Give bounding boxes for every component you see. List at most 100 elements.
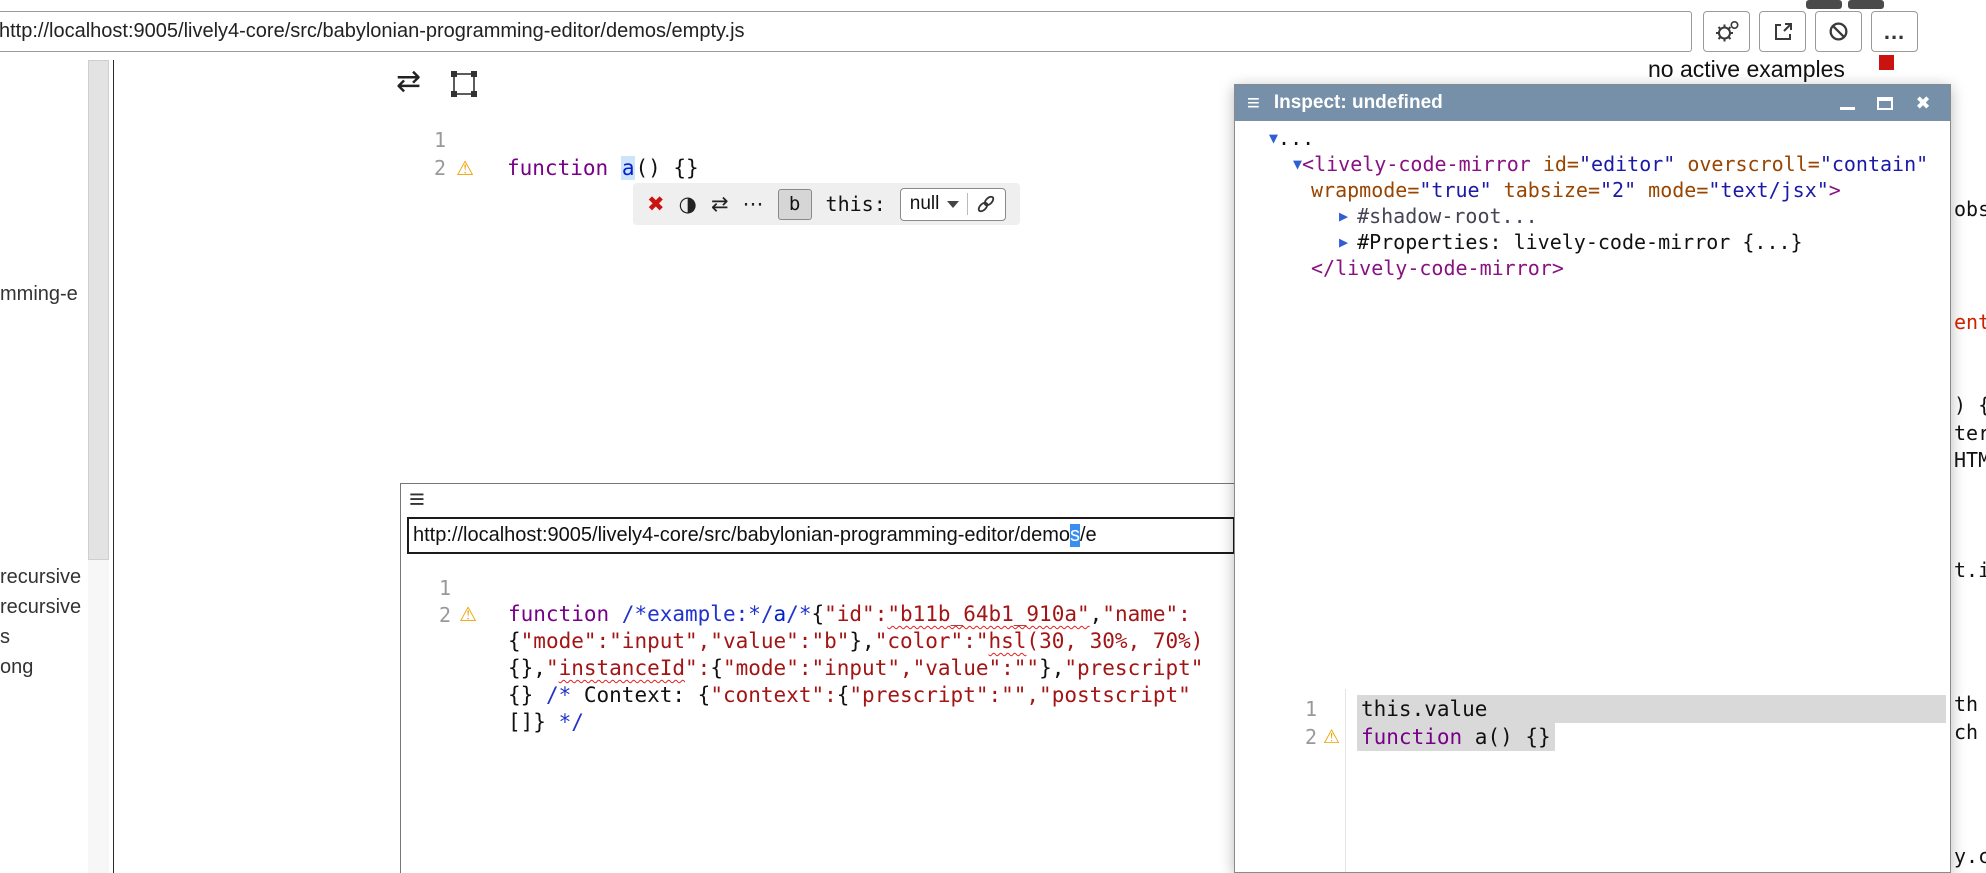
gears-icon <box>1713 18 1741 46</box>
code-segment: function <box>1361 725 1462 749</box>
babylonian-editor-pane: ≡ http://localhost:9005/lively4-core/src… <box>400 483 1236 873</box>
code-segment: /* <box>546 683 584 707</box>
expander-icon: ▼ <box>1269 129 1278 147</box>
line-number: 1 <box>425 574 451 602</box>
code-segment: "2" <box>1600 178 1636 202</box>
code-segment: "true" <box>1419 178 1491 202</box>
url-text-suffix: /e <box>1080 524 1097 547</box>
code-segment: "text/jsx" <box>1708 178 1828 202</box>
panel-divider <box>113 60 114 873</box>
code-segment: , <box>1090 602 1103 626</box>
minimize-button[interactable] <box>1832 90 1862 116</box>
tree-row[interactable]: wrapmode="true" tabsize="2" mode="text/j… <box>1235 177 1950 203</box>
clipped-text-fragment: ter <box>1954 421 1986 445</box>
code-segment: instanceId <box>559 656 685 680</box>
toggle-example-icon[interactable]: ◑ <box>679 192 697 216</box>
inspector-titlebar[interactable]: ≡ Inspect: undefined ✖ <box>1235 85 1950 121</box>
expander-icon: ▶ <box>1339 233 1357 251</box>
tree-row[interactable]: ▶ #Properties: lively-code-mirror {...} <box>1235 229 1950 255</box>
clipped-text-fragment: recursive <box>0 596 81 619</box>
more-button[interactable]: ... <box>1871 11 1918 52</box>
code-segment: function <box>508 602 622 626</box>
code-line[interactable]: {} /* Context: {"context":{"prescript":"… <box>508 682 1191 709</box>
code-segment: ": <box>685 656 710 680</box>
clipped-text-fragment: recursive <box>0 566 81 589</box>
clipped-text-fragment: t.i <box>1954 558 1986 582</box>
menu-icon[interactable]: ≡ <box>409 484 425 515</box>
code-segment: "mode":"input","value":"" <box>723 656 1039 680</box>
settings-button[interactable] <box>1703 11 1750 52</box>
code-segment: a() {} <box>1462 725 1551 749</box>
tree-row[interactable]: ▶ #shadow-root... <box>1235 203 1950 229</box>
more-dots-icon[interactable]: ⋯ <box>743 192 764 216</box>
window-title: Inspect: undefined <box>1274 92 1824 114</box>
code-line[interactable]: function /*example:*/a/*{"id":"b11b_64b1… <box>508 601 1191 628</box>
code-line[interactable]: {"mode":"input","value":"b"},"color":"hs… <box>508 628 1203 655</box>
code-segment: this.value <box>1361 697 1487 721</box>
code-segment: "prescript" <box>1064 656 1203 680</box>
scrollbar-track[interactable] <box>88 60 109 873</box>
code-segment: a <box>621 156 636 180</box>
external-link-icon <box>1772 21 1794 43</box>
tree-row[interactable]: ▼... <box>1235 125 1950 151</box>
code-segment: "mode":"input","value":"b" <box>521 629 850 653</box>
this-value-dropdown[interactable]: null <box>900 188 1007 221</box>
code-segment: {} <box>508 683 546 707</box>
clipped-text-fragment: ) { <box>1954 393 1986 417</box>
bounding-box-icon <box>446 66 482 102</box>
code-segment: id= <box>1531 152 1579 176</box>
block-button[interactable] <box>1815 11 1862 52</box>
link-icon[interactable] <box>976 194 996 214</box>
scrollbar-thumb[interactable] <box>88 60 109 560</box>
divider <box>967 193 968 215</box>
clipped-text-fragment: ch <box>1954 720 1978 744</box>
swap-arrows-icon[interactable]: ⇄ <box>396 64 421 99</box>
warning-icon: ⚠ <box>456 154 474 182</box>
code-segment: "b11b_64b1_910a" <box>887 602 1089 626</box>
clipped-text-fragment: y.c <box>1954 844 1986 868</box>
clipped-text-fragment: ong <box>0 656 33 679</box>
menu-icon[interactable]: ≡ <box>1247 90 1260 116</box>
line-number: 2 <box>1287 723 1317 751</box>
code-line[interactable]: function a() {} <box>1357 723 1555 751</box>
swap-arrows-icon[interactable]: ⇄ <box>711 192 729 216</box>
code-segment: <lively-code-mirror <box>1302 152 1531 176</box>
bounding-box-button[interactable] <box>446 66 482 107</box>
delete-example-icon[interactable]: ✖ <box>647 192 665 216</box>
code-segment: []} <box>508 710 559 734</box>
inspector-window: ≡ Inspect: undefined ✖ ▼... ▼<lively-cod… <box>1234 84 1951 873</box>
code-line[interactable]: function a() {} <box>507 154 699 182</box>
code-line[interactable]: []} */ <box>508 709 584 736</box>
example-name-button[interactable]: b <box>778 189 812 220</box>
clipped-text-fragment: mming-e <box>0 283 78 306</box>
open-external-button[interactable] <box>1759 11 1806 52</box>
code-segment: "contain" <box>1820 152 1928 176</box>
example-widget: ✖ ◑ ⇄ ⋯ b this: null <box>633 183 1020 225</box>
warning-icon: ⚠ <box>1323 723 1340 751</box>
code-segment: { <box>508 629 521 653</box>
warning-icon: ⚠ <box>459 600 477 628</box>
code-segment: (30, 30%, 70%) <box>1026 629 1203 653</box>
code-segment: > <box>1829 178 1841 202</box>
tree-row[interactable]: </lively-code-mirror> <box>1235 255 1950 281</box>
editor-url-input[interactable]: http://localhost:9005/lively4-core/src/b… <box>407 517 1235 554</box>
line-number: 1 <box>420 126 446 154</box>
window-control[interactable] <box>1806 0 1842 9</box>
tree-row[interactable]: ▼<lively-code-mirror id="editor" overscr… <box>1235 151 1950 177</box>
code-segment: "color":" <box>875 629 989 653</box>
window-control[interactable] <box>1848 0 1884 9</box>
url-selected-char: s <box>1070 524 1080 547</box>
code-segment: #Properties: lively-code-mirror {...} <box>1357 230 1803 254</box>
code-segment: mode= <box>1636 178 1708 202</box>
code-segment: "editor" <box>1579 152 1675 176</box>
code-line[interactable]: this.value <box>1357 695 1946 723</box>
code-segment: { <box>811 602 824 626</box>
maximize-button[interactable] <box>1870 90 1900 116</box>
code-segment: "name": <box>1102 602 1191 626</box>
code-segment: hsl <box>988 629 1026 653</box>
code-segment: { <box>710 656 723 680</box>
url-text: http://localhost:9005/lively4-core/src/b… <box>413 524 1070 547</box>
close-button[interactable]: ✖ <box>1908 90 1938 116</box>
browser-url-input[interactable] <box>0 11 1692 52</box>
code-line[interactable]: {},"instanceId":{"mode":"input","value":… <box>508 655 1203 682</box>
